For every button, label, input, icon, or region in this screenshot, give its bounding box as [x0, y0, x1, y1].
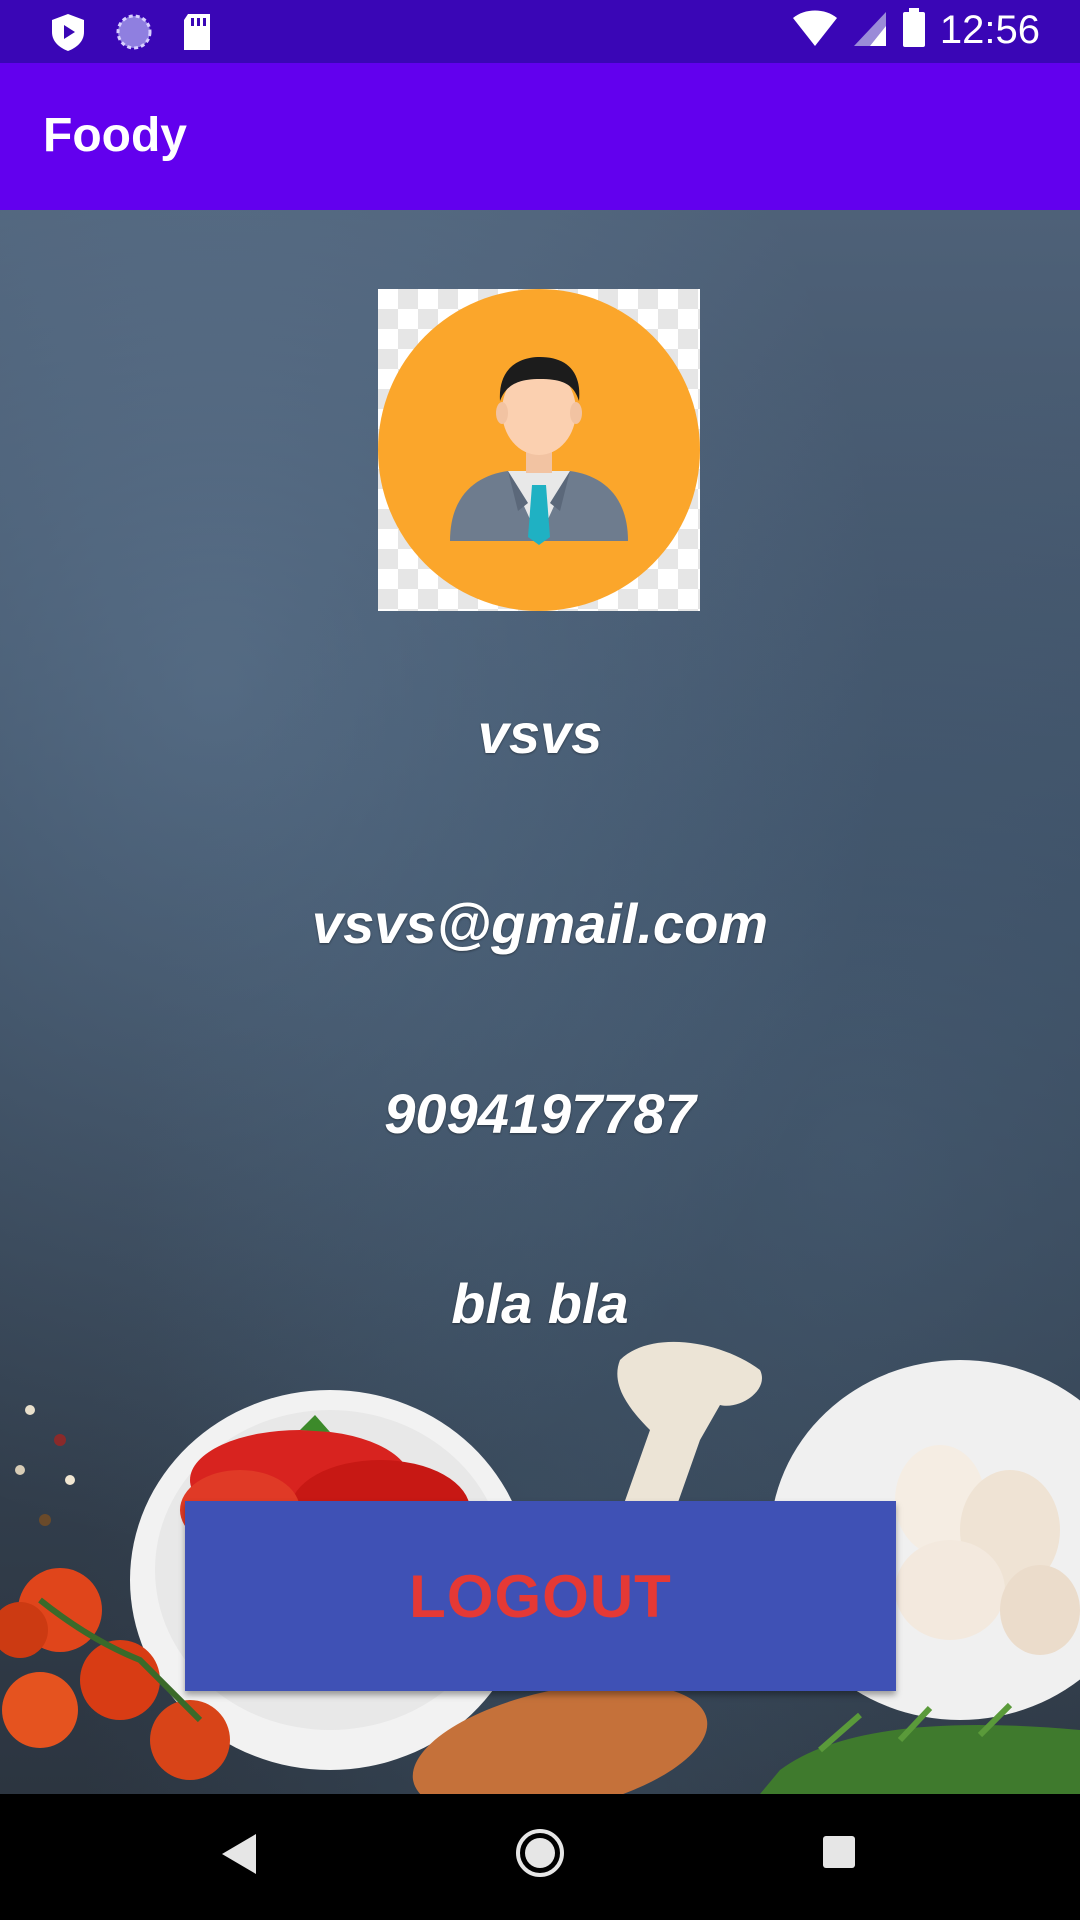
screen: 12:56 Foody vsvs vsvs@gmail.com 90941977…	[0, 0, 1080, 1920]
user-avatar-icon	[378, 289, 700, 611]
home-icon[interactable]	[515, 1828, 565, 1883]
logout-button[interactable]: LOGOUT	[185, 1501, 896, 1691]
profile-content: vsvs vsvs@gmail.com 9094197787 bla bla L…	[0, 210, 1080, 1794]
sync-circle-icon	[114, 12, 154, 57]
signal-icon	[852, 8, 888, 53]
shield-play-icon	[48, 12, 88, 57]
back-icon[interactable]	[218, 1832, 258, 1881]
profile-address: bla bla	[451, 1272, 629, 1335]
wifi-icon	[792, 8, 838, 53]
status-bar: 12:56	[0, 0, 1080, 63]
battery-icon	[902, 8, 926, 53]
app-bar: Foody	[0, 63, 1080, 210]
profile-email: vsvs@gmail.com	[311, 892, 769, 955]
profile-phone: 9094197787	[384, 1082, 696, 1145]
avatar[interactable]	[378, 289, 700, 611]
recents-icon[interactable]	[822, 1835, 856, 1874]
status-time: 12:56	[939, 8, 1040, 52]
navigation-bar	[0, 1794, 1080, 1920]
profile-name: vsvs	[477, 702, 603, 765]
sd-card-icon	[180, 12, 214, 57]
app-title: Foody	[43, 109, 187, 162]
